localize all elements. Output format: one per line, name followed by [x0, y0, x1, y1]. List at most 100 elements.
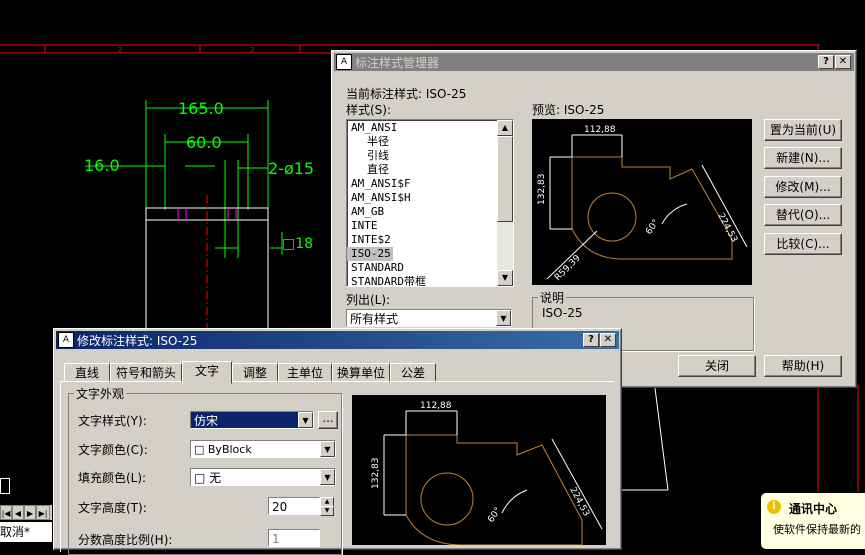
- preview-dim-right: 224,53: [715, 212, 739, 245]
- prev-tab-icon[interactable]: ◀: [12, 505, 24, 520]
- chevron-down-icon[interactable]: ▼: [496, 310, 511, 326]
- scroll-down-icon[interactable]: ▼: [497, 270, 513, 286]
- style-list-item[interactable]: INTE: [347, 219, 513, 233]
- text-style-more-button[interactable]: ...: [318, 411, 338, 429]
- help-title-button[interactable]: ?: [583, 333, 599, 347]
- modify-button[interactable]: 修改(M)...: [764, 176, 842, 198]
- new-button[interactable]: 新建(N)...: [764, 147, 842, 169]
- style-list-item[interactable]: 引线: [347, 149, 513, 163]
- modify-preview-drawing: 112,88 132,83 224,53 60°: [371, 401, 603, 546]
- ruler-label: 2: [118, 46, 122, 54]
- info-icon: i: [767, 500, 781, 514]
- fraction-scale-input[interactable]: 1: [268, 529, 320, 547]
- dim-16: 16.0: [84, 156, 120, 175]
- preview-label: 预览: ISO-25: [532, 103, 605, 117]
- manager-title: 标注样式管理器: [355, 55, 440, 70]
- text-style-value: 仿宋: [194, 414, 219, 428]
- tab-text[interactable]: 文字: [182, 361, 232, 384]
- styles-label: 样式(S):: [346, 103, 392, 117]
- app-icon: A: [58, 332, 74, 348]
- preview-drawing: 112,88 132,83 224,53 60° R59,39: [537, 125, 748, 283]
- style-list-item[interactable]: ISO-25: [347, 247, 393, 261]
- style-list-item[interactable]: AM_ANSI: [347, 121, 513, 135]
- fraction-scale-value: 1: [272, 532, 280, 546]
- style-list-item[interactable]: 半径: [347, 135, 513, 149]
- preview-dim-left: 132,83: [537, 174, 547, 206]
- override-button[interactable]: 替代(O)...: [764, 204, 842, 226]
- style-list-item[interactable]: INTE$2: [347, 233, 513, 247]
- text-style-label: 文字样式(Y):: [78, 414, 147, 428]
- text-color-value: □ ByBlock: [194, 443, 252, 456]
- manager-titlebar[interactable]: A 标注样式管理器 ? ✕: [334, 53, 854, 71]
- dim-165: 165.0: [178, 99, 224, 118]
- list-label: 列出(L):: [346, 293, 391, 307]
- modify-title: 修改标注样式: ISO-25: [77, 333, 198, 348]
- current-style-label: 当前标注样式: ISO-25: [346, 87, 467, 101]
- style-list-item[interactable]: AM_GB: [347, 205, 513, 219]
- modify-preview: 112,88 132,83 224,53 60°: [352, 395, 606, 546]
- dimensions: [85, 100, 283, 258]
- preview-dim-top: 112,88: [420, 401, 452, 411]
- fill-color-value: □ 无: [194, 471, 222, 485]
- close-title-button[interactable]: ✕: [835, 55, 851, 69]
- help-button[interactable]: 帮助(H): [764, 355, 842, 377]
- last-tab-icon[interactable]: ▶|: [36, 505, 50, 520]
- preview-dim-top: 112,88: [584, 125, 616, 135]
- tab-fit[interactable]: 调整: [232, 363, 278, 383]
- text-height-label: 文字高度(T):: [78, 501, 147, 515]
- styles-scrollbar[interactable]: ▲ ▼: [497, 120, 513, 286]
- text-height-input[interactable]: 20: [268, 497, 320, 515]
- help-title-button[interactable]: ?: [818, 55, 834, 69]
- notification-balloon[interactable]: i 通讯中心 使软件保持最新的: [760, 492, 865, 550]
- tab-primary-units[interactable]: 主单位: [278, 363, 332, 383]
- fill-color-label: 填充颜色(L):: [78, 471, 147, 485]
- scroll-up-icon[interactable]: ▲: [497, 120, 513, 136]
- dim-60: 60.0: [186, 133, 222, 152]
- notification-text: 使软件保持最新的: [773, 523, 861, 536]
- notification-title: 通讯中心: [789, 502, 838, 516]
- tab-lines[interactable]: 直线: [64, 363, 110, 383]
- spin-down-icon[interactable]: ▼: [320, 506, 334, 516]
- set-current-button[interactable]: 置为当前(U): [764, 119, 842, 141]
- text-color-select[interactable]: □ ByBlock ▼: [190, 440, 336, 458]
- layout-tab-nav[interactable]: |◀ ◀ ▶ ▶|: [0, 505, 52, 520]
- list-select-value: 所有样式: [350, 312, 399, 326]
- scroll-thumb[interactable]: [497, 136, 513, 222]
- text-style-select[interactable]: 仿宋 ▼: [190, 411, 314, 429]
- app-icon: A: [336, 54, 352, 70]
- first-tab-icon[interactable]: |◀: [0, 505, 12, 520]
- style-list-item[interactable]: AM_ANSI$F: [347, 177, 513, 191]
- style-list-item[interactable]: 直径: [347, 163, 513, 177]
- fraction-scale-label: 分数高度比例(H):: [78, 533, 173, 547]
- preview-dim-left: 132,83: [371, 458, 381, 490]
- style-list-item[interactable]: STANDARD带框: [347, 275, 513, 286]
- compare-button[interactable]: 比较(C)...: [764, 233, 842, 255]
- text-color-label: 文字颜色(C):: [78, 443, 148, 457]
- style-list-item[interactable]: AM_ANSI$H: [347, 191, 513, 205]
- next-tab-icon[interactable]: ▶: [24, 505, 36, 520]
- left-marker: [0, 478, 10, 494]
- text-height-spinner[interactable]: ▲ ▼: [320, 497, 334, 516]
- command-line[interactable]: 取消*: [0, 522, 52, 542]
- preview-dim-radius: R59,39: [553, 253, 583, 283]
- description-label: 说明: [538, 289, 567, 306]
- modify-titlebar[interactable]: A 修改标注样式: ISO-25 ? ✕: [56, 331, 619, 349]
- tab-alternate-units[interactable]: 换算单位: [332, 363, 390, 383]
- tab-tolerances[interactable]: 公差: [390, 363, 436, 383]
- chevron-down-icon[interactable]: ▼: [320, 469, 335, 485]
- text-height-value: 20: [272, 500, 288, 514]
- fill-color-select[interactable]: □ 无 ▼: [190, 468, 336, 486]
- text-appearance-label: 文字外观: [74, 385, 127, 402]
- close-title-button[interactable]: ✕: [600, 333, 616, 347]
- styles-list[interactable]: AM_ANSI 半径 引线 直径 AM_ANSI$F AM_ANSI$H AM_GB INTE…: [346, 119, 514, 287]
- chevron-down-icon[interactable]: ▼: [298, 412, 313, 428]
- chevron-down-icon[interactable]: ▼: [320, 441, 335, 457]
- tab-symbols-arrows[interactable]: 符号和箭头: [110, 363, 182, 383]
- style-list-item[interactable]: STANDARD: [347, 261, 513, 275]
- manager-preview: 112,88 132,83 224,53 60° R59,39: [532, 119, 752, 285]
- dim-phi15: 2-ø15: [268, 159, 314, 178]
- list-select[interactable]: 所有样式 ▼: [346, 309, 512, 327]
- description-value: ISO-25: [542, 306, 583, 320]
- modify-dimstyle-window: A 修改标注样式: ISO-25 ? ✕ 直线 符号和箭头 文字 调整 主单位 …: [53, 328, 622, 555]
- close-button[interactable]: 关闭: [678, 355, 756, 377]
